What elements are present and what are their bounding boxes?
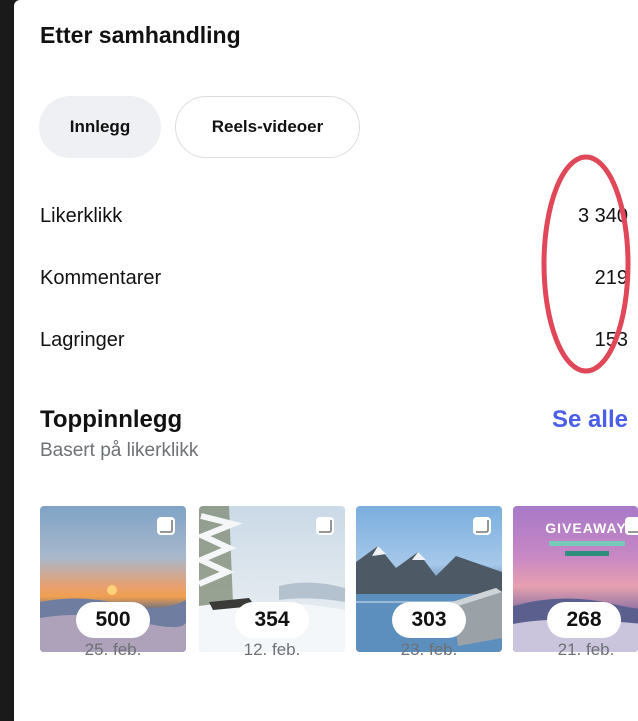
post-overlay-text: GIVEAWAY xyxy=(545,520,627,536)
see-all-link[interactable]: Se alle xyxy=(552,406,628,434)
insights-card: Etter samhandling Innlegg Reels-videoer … xyxy=(14,0,638,721)
post-date: 12. feb. xyxy=(243,640,301,659)
carousel-icon xyxy=(157,517,175,535)
post-overlay-banner xyxy=(549,541,625,546)
post-like-count: 354 xyxy=(235,602,309,638)
post-date: 21. feb. xyxy=(557,640,615,659)
post-overlay-banner xyxy=(565,551,609,556)
carousel-icon xyxy=(316,517,334,535)
carousel-icon xyxy=(625,517,638,535)
top-posts-subtitle: Basert på likerklikk xyxy=(40,440,199,461)
post-like-count: 303 xyxy=(392,602,466,638)
annotation-circle xyxy=(541,154,631,374)
top-post-2[interactable]: 354 xyxy=(199,506,345,652)
post-like-count: 500 xyxy=(76,602,150,638)
post-like-count: 268 xyxy=(547,602,621,638)
carousel-icon xyxy=(473,517,491,535)
top-post-3[interactable]: 303 xyxy=(356,506,502,652)
top-post-1[interactable]: 500 xyxy=(40,506,186,652)
post-date: 23. feb. xyxy=(400,640,458,659)
top-posts-title: Toppinnlegg xyxy=(40,406,183,433)
post-date: 25. feb. xyxy=(84,640,142,659)
top-post-4[interactable]: GIVEAWAY 268 xyxy=(513,506,638,652)
